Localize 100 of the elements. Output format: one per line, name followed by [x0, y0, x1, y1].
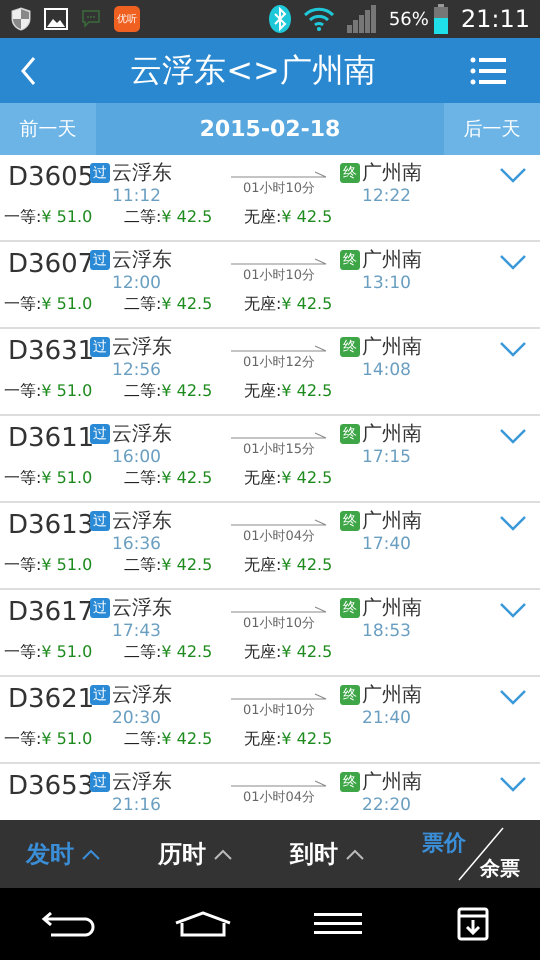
- seat-price: 无座:¥ 42.5: [244, 468, 334, 489]
- duration: 01小时04分: [242, 789, 316, 806]
- departure-time: 12:56: [112, 360, 162, 380]
- duration: 01小时10分: [242, 180, 316, 197]
- caret-icon: [82, 848, 100, 860]
- seat-price: 无座:¥ 42.5: [244, 642, 334, 663]
- pass-badge: 过: [90, 684, 110, 704]
- page-title: 云浮东<>广州南: [129, 50, 377, 90]
- pass-badge: 过: [90, 598, 110, 618]
- arrival-time: 17:15: [362, 447, 412, 467]
- sort-tab[interactable]: 发时: [26, 838, 158, 870]
- seat-price: 二等:¥ 42.5: [124, 555, 214, 576]
- arrival-time: 12:22: [362, 186, 412, 206]
- expand-icon[interactable]: [500, 341, 526, 357]
- pass-badge: 过: [90, 424, 110, 444]
- image-icon: [44, 8, 68, 30]
- pass-badge: 过: [90, 510, 110, 530]
- terminal-badge: 终: [340, 250, 360, 270]
- arrival-time: 21:40: [362, 708, 412, 728]
- station-name: 广州南: [362, 681, 422, 708]
- train-number: D3613: [8, 510, 90, 540]
- expand-icon[interactable]: [500, 602, 526, 618]
- station-name: 广州南: [362, 594, 422, 621]
- train-number: D3621: [8, 684, 90, 714]
- station-name: 云浮东: [112, 159, 172, 186]
- expand-icon[interactable]: [500, 254, 526, 270]
- seat-price: 一等:¥ 51.0: [4, 207, 94, 228]
- signal-icon: [346, 5, 377, 33]
- train-number: D3611: [8, 423, 90, 453]
- departure-time: 12:00: [112, 273, 162, 293]
- download-icon: [456, 907, 488, 941]
- caret-icon: [214, 848, 232, 860]
- departure-time: 11:12: [112, 186, 162, 206]
- station-name: 广州南: [362, 333, 422, 360]
- terminal-badge: 终: [340, 336, 360, 356]
- pass-badge: 过: [90, 250, 110, 270]
- duration: 01小时12分: [242, 354, 316, 371]
- terminal-badge: 终: [340, 772, 360, 792]
- departure-time: 16:36: [112, 534, 162, 554]
- expand-icon[interactable]: [500, 515, 526, 531]
- station-name: 云浮东: [112, 768, 172, 795]
- seat-price: 无座:¥ 42.5: [244, 294, 334, 315]
- sort-tab[interactable]: 历时: [158, 838, 290, 870]
- station-name: 云浮东: [112, 594, 172, 621]
- seat-price: 二等:¥ 42.5: [124, 642, 214, 663]
- chat-icon: [80, 9, 102, 29]
- seat-price: 二等:¥ 42.5: [124, 381, 214, 402]
- station-name: 云浮东: [112, 681, 172, 708]
- station-name: 云浮东: [112, 333, 172, 360]
- duration: 01小时10分: [242, 267, 316, 284]
- arrival-time: 17:40: [362, 534, 412, 554]
- caret-icon: [346, 848, 364, 860]
- station-name: 广州南: [362, 507, 422, 534]
- station-name: 云浮东: [112, 507, 172, 534]
- station-name: 广州南: [362, 768, 422, 795]
- pass-badge: 过: [90, 772, 110, 792]
- seat-price: 一等:¥ 51.0: [4, 642, 94, 663]
- seat-price: 无座:¥ 42.5: [244, 729, 334, 750]
- arrival-time: 14:08: [362, 360, 412, 380]
- seat-price: 二等:¥ 42.5: [124, 294, 214, 315]
- train-number: D3617: [8, 597, 90, 627]
- home-icon: [174, 911, 232, 937]
- wifi-icon: [302, 7, 335, 31]
- duration: 01小时10分: [242, 615, 316, 632]
- menu-icon: [314, 912, 362, 936]
- seat-price: 无座:¥ 42.5: [244, 555, 334, 576]
- duration: 01小时10分: [242, 702, 316, 719]
- terminal-badge: 终: [340, 424, 360, 444]
- arrival-time: 13:10: [362, 273, 412, 293]
- back-icon: [20, 56, 36, 86]
- expand-icon[interactable]: [500, 428, 526, 444]
- seat-price: 一等:¥ 51.0: [4, 555, 94, 576]
- terminal-badge: 终: [340, 598, 360, 618]
- seat-price: 一等:¥ 51.0: [4, 468, 94, 489]
- departure-time: 20:30: [112, 708, 162, 728]
- arrival-time: 22:20: [362, 795, 412, 815]
- departure-time: 21:16: [112, 795, 162, 815]
- train-number: D3605: [8, 162, 90, 192]
- price-tickets-tab[interactable]: 票价 余票: [422, 826, 520, 882]
- station-name: 云浮东: [112, 246, 172, 273]
- departure-time: 16:00: [112, 447, 162, 467]
- bluetooth-icon: [268, 5, 291, 33]
- train-number: D3653: [8, 771, 90, 801]
- clock: 21:11: [460, 5, 530, 33]
- expand-icon[interactable]: [500, 776, 526, 792]
- pass-badge: 过: [90, 162, 110, 182]
- seat-price: 无座:¥ 42.5: [244, 207, 334, 228]
- seat-price: 一等:¥ 51.0: [4, 729, 94, 750]
- shield-icon: [10, 6, 32, 32]
- app-icon: 优听: [114, 6, 140, 32]
- seat-price: 二等:¥ 42.5: [124, 468, 214, 489]
- pass-badge: 过: [90, 336, 110, 356]
- expand-icon[interactable]: [500, 167, 526, 183]
- menu-icon: [470, 56, 506, 84]
- sort-tab[interactable]: 到时: [290, 838, 422, 870]
- terminal-badge: 终: [340, 162, 360, 182]
- station-name: 广州南: [362, 246, 422, 273]
- back-arrow-icon: [40, 910, 94, 938]
- expand-icon[interactable]: [500, 689, 526, 705]
- station-name: 广州南: [362, 420, 422, 447]
